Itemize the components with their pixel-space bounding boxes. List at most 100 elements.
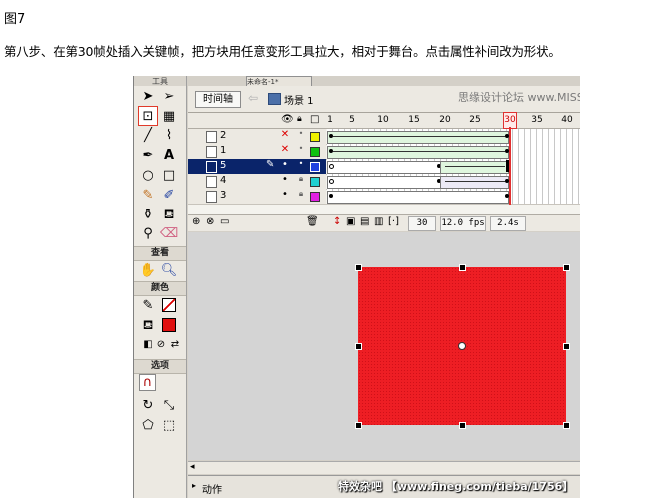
- modify-markers-icon[interactable]: [·]: [388, 216, 399, 227]
- fill-color-swatch[interactable]: [160, 316, 178, 334]
- layer-name[interactable]: 4: [220, 175, 226, 186]
- frame-span: [440, 176, 509, 189]
- transform-handle[interactable]: [563, 422, 570, 429]
- layer-dot[interactable]: 🔒︎: [296, 189, 306, 199]
- transform-handle[interactable]: [355, 422, 362, 429]
- toolbox-title: 工具: [134, 76, 186, 86]
- layer-name[interactable]: 1: [220, 145, 226, 156]
- ruler-number: 25: [469, 115, 481, 125]
- frame-span: [327, 191, 509, 204]
- trash-icon[interactable]: 🗑︎: [306, 216, 319, 227]
- ruler-number: 40: [561, 115, 573, 125]
- envelope-icon[interactable]: ⬚: [160, 416, 178, 434]
- lock-icon[interactable]: 🔒︎: [297, 114, 302, 124]
- ink-bottle-tool-icon[interactable]: ⚱: [139, 205, 157, 223]
- expand-triangle-icon[interactable]: ▸: [192, 481, 196, 490]
- keyframe[interactable]: [329, 179, 334, 184]
- onion-outline-icon[interactable]: ▤: [360, 216, 369, 227]
- onion-skin-icon[interactable]: ▣: [346, 216, 355, 227]
- rotate-skew-icon[interactable]: ↻: [139, 396, 157, 414]
- layer-row[interactable]: 1 ✕ •: [188, 144, 580, 160]
- ruler-number: 35: [531, 115, 543, 125]
- scene-icon: [268, 93, 281, 105]
- horizontal-scrollbar[interactable]: ◂: [188, 461, 580, 474]
- timeline-toggle-button[interactable]: 时间轴: [195, 91, 241, 108]
- layer-outline-color[interactable]: [310, 162, 320, 172]
- rectangle-tool-icon[interactable]: □: [160, 166, 178, 184]
- oval-tool-icon[interactable]: ○: [139, 166, 157, 184]
- layer-row[interactable]: 4 • 🔒︎: [188, 174, 580, 190]
- frame-ruler[interactable]: 1 5 10 15 20 25 30 35 40: [327, 112, 580, 129]
- layer-outline-color[interactable]: [310, 192, 320, 202]
- paint-bucket-tool-icon[interactable]: ⛾: [160, 205, 178, 223]
- stroke-color-swatch[interactable]: [160, 296, 178, 314]
- lasso-tool-icon[interactable]: ⌇: [160, 126, 178, 144]
- layer-dot[interactable]: •: [296, 129, 306, 138]
- keyframe[interactable]: [329, 164, 334, 169]
- actions-panel-bar[interactable]: ▸ 动作 特效杂吧 【www.fineg.com/tieba/1756】: [188, 475, 580, 498]
- snap-magnet-icon[interactable]: ∩: [139, 374, 156, 391]
- center-frame-icon[interactable]: ↕: [333, 216, 341, 227]
- distort-icon[interactable]: ⬠: [139, 416, 157, 434]
- layer-row-selected[interactable]: 5 ✎ • •: [188, 159, 580, 175]
- layer-frames[interactable]: [327, 174, 580, 189]
- layer-visible-dot[interactable]: •: [279, 159, 291, 170]
- line-tool-icon[interactable]: ╱: [139, 126, 157, 144]
- layer-outline-color[interactable]: [310, 132, 320, 142]
- zoom-tool-icon[interactable]: 🔍︎: [160, 261, 178, 279]
- arrow-tool-icon[interactable]: ➤: [139, 87, 157, 105]
- eraser-tool-icon[interactable]: ⌫: [160, 224, 178, 242]
- stroke-color-pencil-icon: ✎: [142, 297, 154, 313]
- layer-frames[interactable]: [327, 159, 580, 174]
- layer-visible-dot[interactable]: •: [279, 174, 291, 185]
- hidden-x-icon[interactable]: ✕: [279, 129, 291, 140]
- actions-panel-label[interactable]: 动作: [202, 481, 222, 496]
- scroll-left-arrow-icon[interactable]: ◂: [190, 462, 195, 472]
- layer-row[interactable]: 2 ✕ •: [188, 129, 580, 145]
- tween-arrow: [445, 166, 505, 167]
- frame-rate-field[interactable]: 12.0 fps: [440, 216, 486, 231]
- scale-icon[interactable]: ⤡: [160, 396, 178, 414]
- pencil-tool-icon[interactable]: ✎: [139, 186, 157, 204]
- layer-dot[interactable]: •: [296, 159, 306, 168]
- layer-outline-color[interactable]: [310, 177, 320, 187]
- transform-center-point[interactable]: [458, 342, 466, 350]
- brush-tool-icon[interactable]: ✐: [160, 186, 178, 204]
- outline-icon[interactable]: □: [310, 114, 319, 125]
- layer-outline-color[interactable]: [310, 147, 320, 157]
- layer-name[interactable]: 2: [220, 130, 226, 141]
- add-guide-icon[interactable]: ⊗: [206, 216, 214, 227]
- layer-visible-dot[interactable]: •: [279, 189, 291, 200]
- fill-transform-tool-icon[interactable]: ▦: [160, 107, 178, 125]
- layer-dot[interactable]: 🔒︎: [296, 174, 306, 184]
- add-folder-icon[interactable]: ▭: [220, 216, 229, 227]
- hand-tool-icon[interactable]: ✋: [139, 261, 157, 279]
- transform-handle[interactable]: [563, 343, 570, 350]
- transform-handle[interactable]: [459, 422, 466, 429]
- stage-area[interactable]: [188, 232, 580, 460]
- subselect-tool-icon[interactable]: ➢: [160, 87, 178, 105]
- edit-multiple-icon[interactable]: ▥: [374, 216, 383, 227]
- transform-handle[interactable]: [355, 343, 362, 350]
- transform-handle[interactable]: [563, 264, 570, 271]
- layer-dot[interactable]: •: [296, 144, 306, 153]
- layer-name[interactable]: 3: [220, 190, 226, 201]
- layer-frames[interactable]: [327, 189, 580, 204]
- layer-frames[interactable]: [327, 129, 580, 144]
- hidden-x-icon[interactable]: ✕: [279, 144, 291, 155]
- eye-icon[interactable]: 👁︎: [281, 114, 294, 125]
- ruler-number: 5: [349, 115, 355, 125]
- keyframe[interactable]: [329, 194, 333, 198]
- add-layer-icon[interactable]: ⊕: [192, 216, 200, 227]
- layer-name[interactable]: 5: [220, 160, 226, 171]
- layer-frames[interactable]: [327, 144, 580, 159]
- back-arrow-icon[interactable]: ⇦: [248, 91, 258, 105]
- transform-handle[interactable]: [459, 264, 466, 271]
- layer-row[interactable]: 3 • 🔒︎: [188, 189, 580, 205]
- swap-colors-icon[interactable]: ⇄: [166, 336, 184, 354]
- eyedropper-tool-icon[interactable]: ⚲: [139, 224, 157, 242]
- transform-handle[interactable]: [355, 264, 362, 271]
- text-tool-icon[interactable]: A: [160, 146, 178, 164]
- pen-tool-icon[interactable]: ✒: [139, 146, 157, 164]
- free-transform-tool-icon[interactable]: ⊡: [138, 106, 158, 126]
